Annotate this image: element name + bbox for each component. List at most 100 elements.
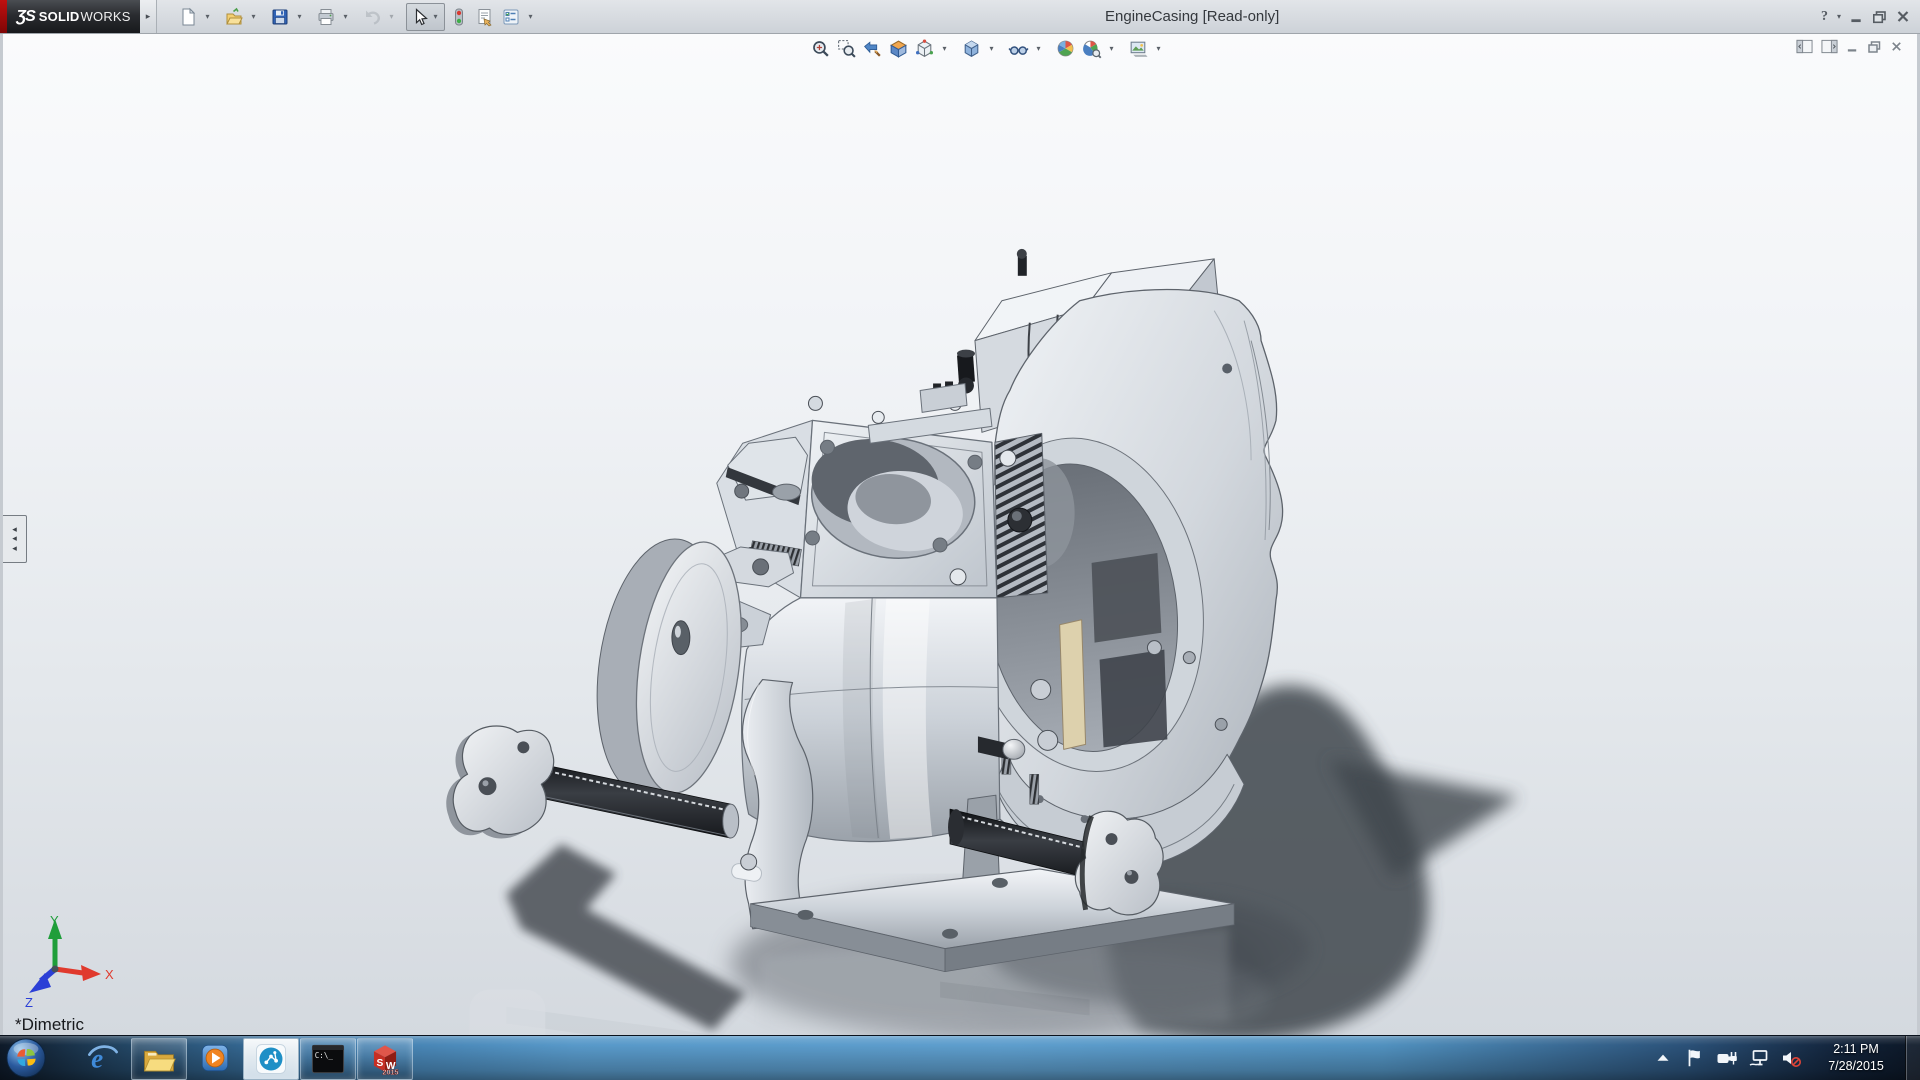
internet-explorer-icon: e: [86, 1041, 120, 1075]
doc-minimize-button[interactable]: [1846, 40, 1859, 53]
doc-close-button[interactable]: [1890, 40, 1903, 53]
previous-view-button[interactable]: [861, 37, 884, 60]
clock-date: 7/28/2015: [1811, 1058, 1901, 1075]
document-title: EngineCasing [Read-only]: [1105, 0, 1279, 33]
svg-text:2015: 2015: [382, 1068, 398, 1076]
print-icon: [316, 7, 336, 27]
feature-panel-expand-tab[interactable]: ◂ ◂ ◂: [3, 515, 27, 563]
previous-view-icon: [862, 38, 883, 59]
zoom-to-fit-button[interactable]: [809, 37, 832, 60]
view-orientation-label: *Dimetric: [15, 1015, 84, 1035]
pane-right-button[interactable]: [1821, 39, 1838, 54]
network-app-taskbar-button[interactable]: [243, 1038, 299, 1080]
solidworks-menu-button[interactable]: ƷS SOLID WORKS: [7, 0, 140, 33]
undo-icon: [362, 7, 382, 27]
view-settings-icon: [1128, 38, 1149, 59]
zoom-to-area-button[interactable]: [835, 37, 858, 60]
triad-y-label: Y: [50, 913, 59, 928]
doc-restore-button[interactable]: [1867, 40, 1882, 54]
edit-appearance-button[interactable]: [1054, 37, 1077, 60]
rebuild-button[interactable]: [447, 4, 471, 30]
show-desktop-button[interactable]: [1905, 1036, 1920, 1080]
view-settings-button[interactable]: [1127, 37, 1150, 60]
command-prompt-taskbar-button[interactable]: C:\_: [300, 1038, 356, 1080]
main-toolbar: ▾ ▾ ▾ ▾ ▾ ▾ ▾: [176, 0, 543, 33]
volume-muted-icon[interactable]: [1779, 1046, 1803, 1070]
hide-show-items-icon: [1008, 38, 1029, 59]
internet-explorer-taskbar-button[interactable]: e: [76, 1038, 130, 1078]
solidworks-2015-taskbar-button[interactable]: SW2015: [357, 1038, 413, 1080]
graphics-viewport[interactable]: ▾ ▾ ▾ ▾ ▾ ◂ ◂ ◂ Y X Z *Dimetric: [0, 33, 1920, 1036]
network-app-icon: [254, 1042, 288, 1076]
windows-explorer-icon: [142, 1042, 176, 1076]
menu-flyout-arrow[interactable]: ▸: [140, 0, 157, 33]
svg-text:C:\_: C:\_: [315, 1051, 334, 1060]
view-settings-dropdown[interactable]: ▾: [1153, 44, 1164, 53]
minimize-button[interactable]: [1850, 7, 1863, 27]
zoom-to-area-icon: [836, 38, 857, 59]
view-orientation-dropdown[interactable]: ▾: [939, 44, 950, 53]
system-tray: 2:11 PM 7/28/2015: [1647, 1036, 1920, 1080]
show-hidden-icons-button[interactable]: [1651, 1046, 1675, 1070]
close-button[interactable]: [1896, 7, 1910, 27]
apply-scene-dropdown[interactable]: ▾: [1106, 44, 1117, 53]
expand-arrow-icon: ◂: [12, 544, 17, 553]
display-style-button[interactable]: [960, 37, 983, 60]
view-orientation-button[interactable]: [913, 37, 936, 60]
display-style-dropdown[interactable]: ▾: [986, 44, 997, 53]
window-accent-edge: [0, 0, 7, 33]
open-button[interactable]: [222, 4, 246, 30]
file-properties-icon: [475, 7, 495, 27]
options-button[interactable]: [499, 4, 523, 30]
windows-media-player-icon: [198, 1041, 232, 1075]
window-controls: ?▾: [1821, 0, 1910, 33]
options-icon: [501, 7, 521, 27]
print-button[interactable]: [314, 4, 338, 30]
help-dropdown-button[interactable]: ▾: [1837, 7, 1841, 27]
save-icon: [270, 7, 290, 27]
new-document-dropdown[interactable]: ▾: [202, 12, 213, 21]
clock[interactable]: 2:11 PM 7/28/2015: [1811, 1041, 1901, 1075]
command-prompt-icon: C:\_: [311, 1042, 345, 1076]
windows-explorer-taskbar-button[interactable]: [131, 1038, 187, 1080]
select-dropdown[interactable]: ▾: [430, 12, 441, 21]
pane-left-button[interactable]: [1796, 39, 1813, 54]
open-icon: [224, 7, 244, 27]
restore-button[interactable]: [1872, 7, 1887, 27]
new-document-button[interactable]: [176, 4, 200, 30]
section-view-button[interactable]: [887, 37, 910, 60]
save-dropdown[interactable]: ▾: [294, 12, 305, 21]
brand-name-light: WORKS: [81, 9, 131, 24]
document-window-controls: [1796, 39, 1903, 54]
network-status-icon[interactable]: [1747, 1046, 1771, 1070]
undo-dropdown: ▾: [386, 12, 397, 21]
open-dropdown[interactable]: ▾: [248, 12, 259, 21]
cover-disc: [582, 531, 756, 805]
engine-casing-model[interactable]: [3, 33, 1917, 1036]
triad-x-label: X: [105, 967, 114, 982]
section-view-icon: [888, 38, 909, 59]
save-button[interactable]: [268, 4, 292, 30]
view-orientation-icon: [914, 38, 935, 59]
start-button[interactable]: [5, 1037, 47, 1079]
help-button[interactable]: ?: [1821, 7, 1828, 27]
action-center-flag-icon[interactable]: [1683, 1046, 1707, 1070]
heads-up-view-toolbar: ▾ ▾ ▾ ▾ ▾: [809, 37, 1171, 60]
apply-scene-button[interactable]: [1080, 37, 1103, 60]
power-plug-icon[interactable]: [1715, 1046, 1739, 1070]
file-properties-button[interactable]: [473, 4, 497, 30]
apply-scene-icon: [1081, 38, 1102, 59]
hide-show-items-dropdown[interactable]: ▾: [1033, 44, 1044, 53]
windows-taskbar: e C:\_ SW2015 2:11 PM 7/28/2015: [0, 1035, 1920, 1080]
options-dropdown[interactable]: ▾: [525, 12, 536, 21]
display-style-icon: [961, 38, 982, 59]
select-button[interactable]: ▾: [406, 3, 445, 31]
print-dropdown[interactable]: ▾: [340, 12, 351, 21]
hide-show-items-button[interactable]: [1007, 37, 1030, 60]
taskbar-items: e C:\_ SW2015: [76, 1038, 413, 1080]
edit-appearance-icon: [1055, 38, 1076, 59]
windows-media-player-taskbar-button[interactable]: [188, 1038, 242, 1078]
undo-button: [360, 4, 384, 30]
triad-z-label: Z: [25, 995, 33, 1010]
new-document-icon: [178, 7, 198, 27]
